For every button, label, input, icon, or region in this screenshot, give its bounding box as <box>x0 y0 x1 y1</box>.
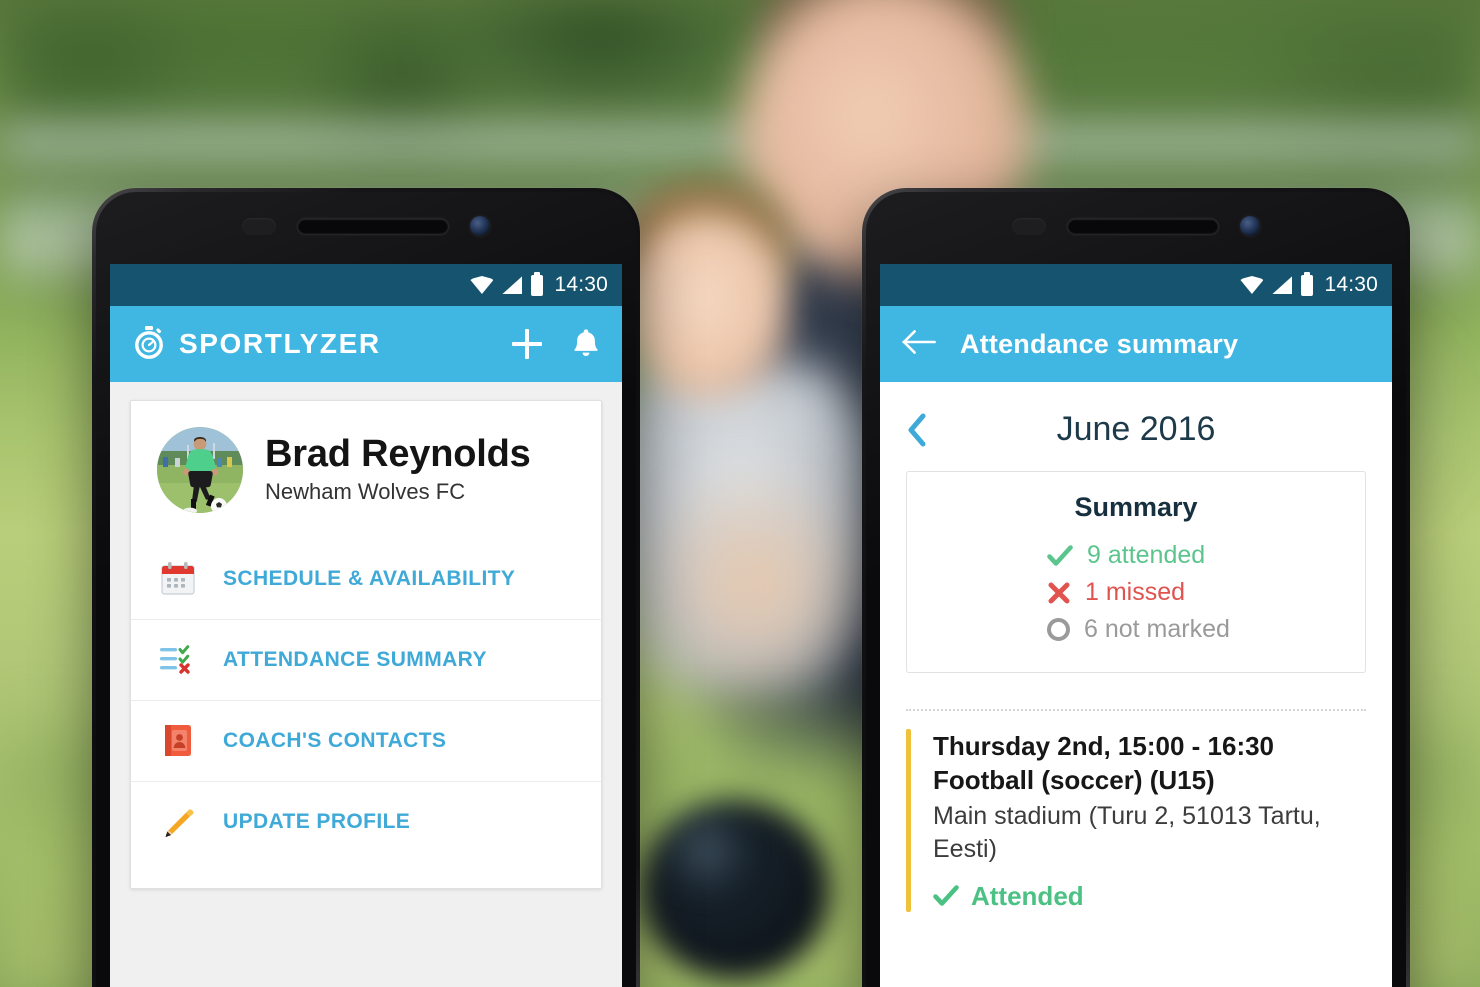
summary-row-attended: 9 attended <box>1047 537 1365 574</box>
x-icon <box>1047 581 1071 605</box>
addressbook-icon <box>157 721 199 761</box>
status-bar-left: 14:30 <box>110 264 622 306</box>
signal-icon <box>1272 276 1293 294</box>
front-camera-icon <box>1240 216 1260 236</box>
section-divider <box>906 709 1366 711</box>
phone-right: 14:30 Attendance summary June 2016 Summa… <box>862 188 1410 987</box>
app-bar-back-group: Attendance summary <box>902 329 1238 360</box>
profile-card: Brad Reynolds Newham Wolves FC SCHEDULE … <box>130 400 602 889</box>
check-icon <box>933 883 959 909</box>
stopwatch-icon <box>132 325 166 364</box>
brand-logo: SPORTLYZER <box>132 325 512 364</box>
earpiece-speaker-icon <box>298 218 448 234</box>
earpiece-speaker-icon <box>1068 218 1218 234</box>
bell-icon[interactable] <box>572 327 600 362</box>
menu-item-attendance[interactable]: ATTENDANCE SUMMARY <box>131 619 601 700</box>
proximity-sensor-icon <box>1012 217 1046 235</box>
profile-team: Newham Wolves FC <box>265 479 466 505</box>
menu-item-schedule[interactable]: SCHEDULE & AVAILABILITY <box>131 539 601 619</box>
chevron-left-icon[interactable] <box>906 413 950 447</box>
menu-label: SCHEDULE & AVAILABILITY <box>223 567 516 590</box>
calendar-icon <box>157 559 199 599</box>
phone-right-screen: 14:30 Attendance summary June 2016 Summa… <box>880 264 1392 987</box>
wifi-icon <box>1240 276 1264 294</box>
menu-label: COACH'S CONTACTS <box>223 729 447 752</box>
event-location: Main stadium (Turu 2, 51013 Tartu, Eesti… <box>933 801 1321 864</box>
phone-left-screen: 14:30 SPORTLYZER Brad Reynolds Newham Wo… <box>110 264 622 987</box>
right-screen-content: June 2016 Summary 9 attended 1 missed 6 … <box>880 382 1392 987</box>
summary-title: Summary <box>1074 492 1198 522</box>
app-bar-actions <box>512 327 600 362</box>
battery-icon <box>1301 271 1314 296</box>
month-navigation: June 2016 <box>880 382 1392 471</box>
wifi-icon <box>470 276 494 294</box>
summary-row-missed: 1 missed <box>1047 574 1365 611</box>
brand-title: SPORTLYZER <box>179 328 381 359</box>
summary-text: 9 attended <box>1087 541 1206 569</box>
status-clock: 14:30 <box>1324 273 1378 296</box>
summary-text: 1 missed <box>1085 578 1186 606</box>
battery-icon <box>531 271 544 296</box>
status-bar-right: 14:30 <box>880 264 1392 306</box>
menu-item-contacts[interactable]: COACH'S CONTACTS <box>131 700 601 781</box>
page-title: Attendance summary <box>960 328 1239 359</box>
pencil-icon <box>157 802 199 842</box>
profile-menu: SCHEDULE & AVAILABILITY ATTENDANCE SUMMA… <box>131 539 601 862</box>
phone-left: 14:30 SPORTLYZER Brad Reynolds Newham Wo… <box>92 188 640 987</box>
month-label: June 2016 <box>1056 410 1216 448</box>
left-screen-content: Brad Reynolds Newham Wolves FC SCHEDULE … <box>110 382 622 987</box>
event-body: Thursday 2nd, 15:00 - 16:30 Football (so… <box>911 729 1366 912</box>
back-arrow-icon[interactable] <box>902 329 936 360</box>
status-clock: 14:30 <box>554 273 608 296</box>
profile-header: Brad Reynolds Newham Wolves FC <box>131 401 601 523</box>
checklist-icon <box>157 640 199 680</box>
summary-card: Summary 9 attended 1 missed 6 not marked <box>906 471 1366 673</box>
summary-row-not-marked: 6 not marked <box>1047 611 1365 648</box>
player-avatar <box>157 427 243 513</box>
menu-label: UPDATE PROFILE <box>223 810 411 833</box>
event-datetime: Thursday 2nd, 15:00 - 16:30 <box>933 731 1275 761</box>
phone-right-top-bezel <box>862 188 1410 264</box>
plus-icon[interactable] <box>512 329 542 359</box>
event-activity: Football (soccer) (U15) <box>933 765 1215 796</box>
screenshot-stage: 14:30 SPORTLYZER Brad Reynolds Newham Wo… <box>0 0 1480 987</box>
event-item[interactable]: Thursday 2nd, 15:00 - 16:30 Football (so… <box>906 729 1366 912</box>
proximity-sensor-icon <box>242 217 276 235</box>
menu-item-update-profile[interactable]: UPDATE PROFILE <box>131 781 601 862</box>
circle-icon <box>1047 618 1070 641</box>
app-bar-left: SPORTLYZER <box>110 306 622 382</box>
phone-left-top-bezel <box>92 188 640 264</box>
event-status-label: Attended <box>971 880 1084 911</box>
menu-label: ATTENDANCE SUMMARY <box>223 648 487 671</box>
signal-icon <box>502 276 523 294</box>
app-bar-right: Attendance summary <box>880 306 1392 382</box>
check-icon <box>1047 543 1073 569</box>
front-camera-icon <box>470 216 490 236</box>
summary-text: 6 not marked <box>1084 615 1230 643</box>
profile-text: Brad Reynolds Newham Wolves FC <box>265 432 531 506</box>
event-status: Attended <box>933 881 1366 912</box>
profile-name: Brad Reynolds <box>265 432 531 475</box>
